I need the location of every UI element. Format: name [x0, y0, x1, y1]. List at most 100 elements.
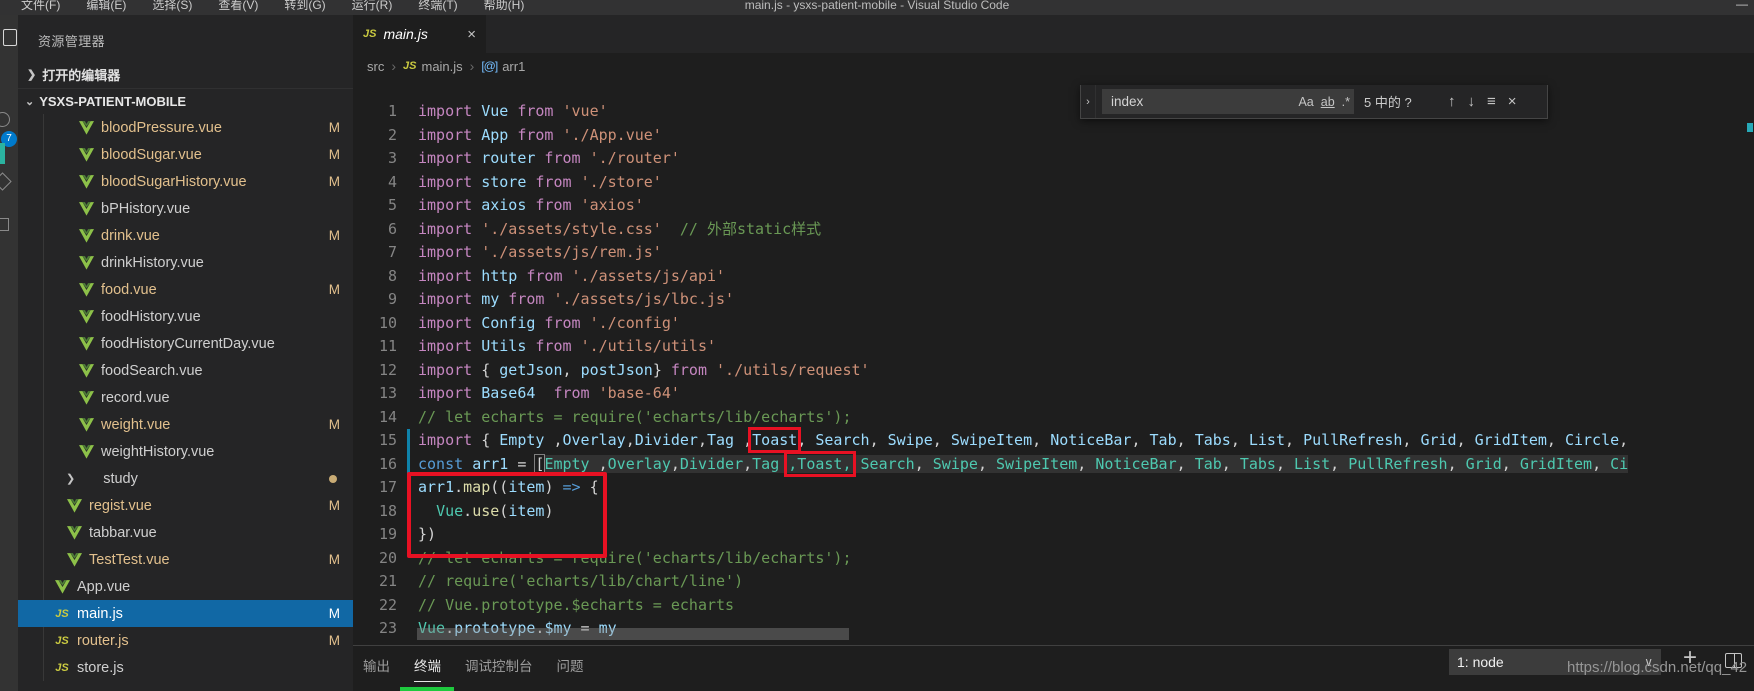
code-line[interactable]: 4import store from './store'	[353, 171, 1754, 195]
menu-item[interactable]: 选择(S)	[139, 0, 205, 13]
find-in-selection-icon[interactable]: ≡	[1487, 93, 1496, 110]
variable-symbol-icon: [@]	[481, 59, 497, 73]
extensions-icon[interactable]	[0, 218, 9, 231]
menu-item[interactable]: 运行(R)	[339, 0, 406, 13]
find-close-icon[interactable]: ×	[1508, 93, 1517, 110]
panel-tab[interactable]: 调试控制台	[465, 655, 533, 682]
code-line[interactable]: 12import { getJson, postJson} from './ut…	[353, 359, 1754, 383]
minimize-button[interactable]: —	[1736, 0, 1748, 12]
code-area[interactable]: 1import Vue from 'vue'2import App from '…	[353, 100, 1754, 641]
find-next-icon[interactable]: ↓	[1468, 93, 1476, 110]
code-line[interactable]: 14// let echarts = require('echarts/lib/…	[353, 406, 1754, 430]
tree-item[interactable]: food.vueM	[18, 276, 353, 303]
git-modified-dot	[329, 475, 337, 483]
code-line[interactable]: 13import Base64 from 'base-64'	[353, 382, 1754, 406]
chevron-right-icon: ›	[470, 58, 475, 74]
tree-item[interactable]: ❯study	[18, 465, 353, 492]
code-line[interactable]: 3import router from './router'	[353, 147, 1754, 171]
tree-item[interactable]: foodHistory.vue	[18, 303, 353, 330]
tree-item[interactable]: bPHistory.vue	[18, 195, 353, 222]
search-icon[interactable]	[0, 112, 10, 127]
menu-item[interactable]: 查看(V)	[205, 0, 271, 13]
tree-item[interactable]: JSmain.jsM	[18, 600, 353, 627]
code-text: import http from './assets/js/api'	[418, 265, 725, 289]
horizontal-scrollbar[interactable]	[417, 628, 849, 640]
breadcrumb-src[interactable]: src	[367, 59, 384, 74]
match-case-icon[interactable]: Aa	[1298, 95, 1313, 109]
open-editors-section[interactable]: ❯ 打开的编辑器	[18, 62, 353, 86]
title-bar: 文件(F)编辑(E)选择(S)查看(V)转到(G)运行(R)终端(T)帮助(H)…	[0, 0, 1754, 15]
code-line[interactable]: 20// let echarts = require('echarts/lib/…	[353, 547, 1754, 571]
line-number: 15	[353, 429, 397, 453]
tree-item[interactable]: bloodSugar.vueM	[18, 141, 353, 168]
tree-item[interactable]: regist.vueM	[18, 492, 353, 519]
gutter-change-indicator	[407, 265, 410, 289]
line-number: 10	[353, 312, 397, 336]
account-accent-icon	[0, 143, 5, 164]
tree-item[interactable]: drink.vueM	[18, 222, 353, 249]
menu-item[interactable]: 转到(G)	[271, 0, 338, 13]
code-line[interactable]: 5import axios from 'axios'	[353, 194, 1754, 218]
panel-tab[interactable]: 终端	[414, 655, 441, 682]
code-text: Vue.use(item)	[418, 500, 553, 524]
gutter-change-indicator	[407, 570, 410, 594]
whole-word-icon[interactable]: ab	[1321, 95, 1335, 109]
file-name: bloodSugar.vue	[101, 147, 202, 163]
project-section-header[interactable]: ⌄ YSXS-PATIENT-MOBILE	[18, 88, 353, 114]
regex-icon[interactable]: .*	[1342, 95, 1350, 109]
code-line[interactable]: 17arr1.map((item) => {	[353, 476, 1754, 500]
code-text: import './assets/js/rem.js'	[418, 241, 662, 265]
vue-file-icon	[78, 391, 94, 405]
watermark-url: https://blog.csdn.net/qq_42	[1567, 659, 1747, 676]
vue-file-icon	[78, 202, 94, 216]
tab-main-js[interactable]: JS main.js ×	[353, 15, 486, 53]
tree-item[interactable]: weight.vueM	[18, 411, 353, 438]
code-text: // require('echarts/lib/chart/line')	[418, 570, 743, 594]
code-line[interactable]: 22// Vue.prototype.$echarts = echarts	[353, 594, 1754, 618]
tree-item[interactable]: foodHistoryCurrentDay.vue	[18, 330, 353, 357]
gutter-change-indicator	[407, 547, 410, 571]
code-text: // Vue.prototype.$echarts = echarts	[418, 594, 734, 618]
tree-item[interactable]: JSrouter.jsM	[18, 627, 353, 654]
code-line[interactable]: 2import App from './App.vue'	[353, 124, 1754, 148]
tree-item[interactable]: JSstore.js	[18, 654, 353, 681]
tree-item[interactable]: foodSearch.vue	[18, 357, 353, 384]
gutter-change-indicator	[407, 241, 410, 265]
menu-item[interactable]: 编辑(E)	[73, 0, 139, 13]
tree-item[interactable]: bloodSugarHistory.vueM	[18, 168, 353, 195]
tree-item[interactable]: weightHistory.vue	[18, 438, 353, 465]
panel-tab[interactable]: 输出	[363, 655, 390, 682]
menu-item[interactable]: 帮助(H)	[471, 0, 538, 13]
tree-item[interactable]: tabbar.vue	[18, 519, 353, 546]
explorer-icon[interactable]	[3, 29, 17, 46]
find-replace-toggle-icon[interactable]: ›	[1081, 85, 1096, 118]
code-line[interactable]: 19})	[353, 523, 1754, 547]
breadcrumb-symbol[interactable]: arr1	[502, 59, 525, 74]
code-line[interactable]: 6import './assets/style.css' // 外部static…	[353, 218, 1754, 242]
panel-tab[interactable]: 问题	[557, 655, 584, 682]
code-line[interactable]: 11import Utils from './utils/utils'	[353, 335, 1754, 359]
tree-item[interactable]: bloodPressure.vueM	[18, 114, 353, 141]
code-line[interactable]: 7import './assets/js/rem.js'	[353, 241, 1754, 265]
code-line[interactable]: 8import http from './assets/js/api'	[353, 265, 1754, 289]
debug-icon[interactable]	[0, 172, 12, 190]
tree-item[interactable]: record.vue	[18, 384, 353, 411]
code-line[interactable]: 18 Vue.use(item)	[353, 500, 1754, 524]
breadcrumb-file[interactable]: main.js	[421, 59, 462, 74]
code-line[interactable]: 16const arr1 = [Empty ,Overlay,Divider,T…	[353, 453, 1754, 477]
chevron-right-icon: ❯	[27, 68, 36, 81]
tab-close-icon[interactable]: ×	[467, 26, 476, 43]
find-input[interactable]	[1109, 93, 1291, 110]
menu-item[interactable]: 文件(F)	[8, 0, 73, 13]
find-previous-icon[interactable]: ↑	[1448, 93, 1456, 110]
code-line[interactable]: 10import Config from './config'	[353, 312, 1754, 336]
code-line[interactable]: 9import my from './assets/js/lbc.js'	[353, 288, 1754, 312]
tree-item[interactable]: drinkHistory.vue	[18, 249, 353, 276]
tree-item[interactable]: TestTest.vueM	[18, 546, 353, 573]
code-line[interactable]: 15import { Empty ,Overlay,Divider,Tag ,T…	[353, 429, 1754, 453]
line-number: 19	[353, 523, 397, 547]
tree-item[interactable]: App.vue	[18, 573, 353, 600]
menu-item[interactable]: 终端(T)	[405, 0, 470, 13]
code-line[interactable]: 21// require('echarts/lib/chart/line')	[353, 570, 1754, 594]
gutter-change-indicator	[407, 312, 410, 336]
